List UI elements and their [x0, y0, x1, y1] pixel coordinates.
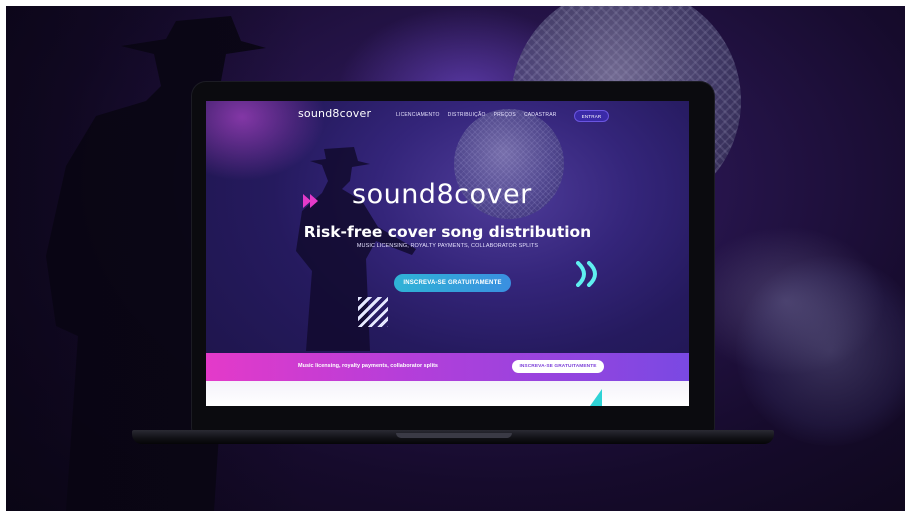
hero-subtitle: MUSIC LICENSING, ROYALTY PAYMENTS, COLLA…: [356, 243, 539, 249]
nav-links: LICENCIAMENTO DISTRIBUIÇÃO PREÇOS CADAST…: [396, 112, 557, 118]
nav-logo[interactable]: sound8cover: [298, 107, 371, 120]
nav-link-licensing[interactable]: LICENCIAMENTO: [396, 112, 440, 118]
diagonal-stripes-icon: [358, 297, 388, 327]
laptop-notch: [396, 433, 512, 438]
hero-title: Risk-free cover song distribution: [303, 223, 592, 241]
band-signup-button[interactable]: INSCREVA-SE GRATUITAMENTE: [512, 360, 604, 373]
background-glow-right: [686, 226, 886, 376]
band-text: Music licensing, royalty payments, colla…: [298, 363, 438, 369]
site-nav: sound8cover LICENCIAMENTO DISTRIBUIÇÃO P…: [206, 101, 689, 129]
screen-guitarist-silhouette: [296, 147, 416, 351]
feature-band: Music licensing, royalty payments, colla…: [206, 353, 689, 381]
laptop-screen: sound8cover LICENCIAMENTO DISTRIBUIÇÃO P…: [206, 101, 689, 406]
teal-shard-decoration: [590, 389, 602, 406]
login-button[interactable]: ENTRAR: [574, 110, 609, 122]
nav-link-signup[interactable]: CADASTRAR: [524, 112, 557, 118]
nav-link-distribution[interactable]: DISTRIBUIÇÃO: [448, 112, 486, 118]
nav-link-pricing[interactable]: PREÇOS: [494, 112, 516, 118]
double-play-icon: [303, 194, 318, 208]
content-section: [206, 381, 689, 406]
double-chevron-icon: [576, 261, 597, 287]
hero-logo: sound8cover: [352, 179, 532, 210]
hero-signup-button[interactable]: INSCREVA-SE GRATUITAMENTE: [394, 274, 511, 292]
